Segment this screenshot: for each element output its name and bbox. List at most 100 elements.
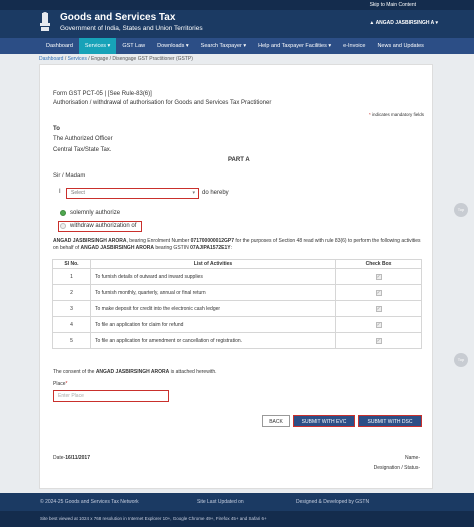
form-card: Form GST PCT-05 | [See Rule-83(6)] Autho… <box>39 64 433 489</box>
nav-einvoice[interactable]: e-Invoice <box>337 38 371 54</box>
nav-search-taxpayer[interactable]: Search Taxpayer ▾ <box>195 38 252 54</box>
table-header-row: Sl No. List of Activities Check Box <box>52 259 422 269</box>
date-label: Date- <box>53 455 66 461</box>
option-withdraw-label: withdraw authorization of <box>70 223 137 229</box>
place-label-text: Place <box>53 381 66 387</box>
place-input[interactable]: Enter Place <box>53 390 169 402</box>
table-row: 1 To furnish details of outward and inwa… <box>52 268 422 285</box>
row-activity: To file an application for claim for ref… <box>90 316 336 333</box>
consent-part-2: is attached herewith. <box>169 369 217 375</box>
option-authorize[interactable]: solemnly authorize <box>60 210 120 216</box>
scroll-top-label: Top <box>457 207 465 212</box>
place-label: Place* <box>53 381 68 387</box>
row-activity: To make deposit for credit into the elec… <box>90 300 336 317</box>
activity-checkbox[interactable]: ✓ <box>375 273 382 280</box>
gstin: 07AJIPA1572E1Y <box>190 245 231 251</box>
name-label: Name- <box>404 455 420 461</box>
row-sl: 3 <box>52 300 91 317</box>
nav-gst-law[interactable]: GST Law <box>116 38 151 54</box>
to-label: To <box>53 126 60 132</box>
activity-checkbox[interactable]: ✓ <box>375 305 382 312</box>
nav-help-label: Help and Taxpayer Facilities <box>258 43 327 49</box>
submit-dsc-button[interactable]: SUBMIT WITH DSC <box>358 415 422 427</box>
part-a-heading: PART A <box>228 157 250 163</box>
nav-services-label: Services <box>84 43 107 49</box>
row-checkbox-cell: ✓ <box>335 316 422 333</box>
breadcrumb-dashboard[interactable]: Dashboard <box>39 56 63 62</box>
activity-checkbox[interactable]: ✓ <box>375 289 382 296</box>
para-part-4: : <box>230 245 232 251</box>
option-authorize-label: solemnly authorize <box>70 210 121 216</box>
chevron-down-icon: ▾ <box>434 20 438 26</box>
row-sl: 4 <box>52 316 91 333</box>
footer-best-viewed: Site best viewed at 1024 x 768 resolutio… <box>40 516 267 521</box>
submit-evc-button[interactable]: SUBMIT WITH EVC <box>293 415 355 427</box>
option-withdraw[interactable]: withdraw authorization of <box>60 223 136 229</box>
authorization-select[interactable]: Select <box>66 188 199 199</box>
salutation: Sir / Madam <box>53 173 86 179</box>
i-label: I <box>59 189 61 195</box>
activity-checkbox[interactable]: ✓ <box>375 321 382 328</box>
row-activity: To furnish monthly, quarterly, annual or… <box>90 284 336 301</box>
radio-withdraw[interactable] <box>60 223 66 229</box>
footer-updated: Site Last Updated on <box>197 499 244 505</box>
hereby-text: do hereby <box>202 190 229 196</box>
breadcrumb-services[interactable]: Services <box>68 56 87 62</box>
scroll-top-button[interactable]: Top <box>454 203 468 217</box>
officer-text: The Authorized Officer <box>53 136 113 142</box>
nav-downloads[interactable]: Downloads ▾ <box>151 38 195 54</box>
row-checkbox-cell: ✓ <box>335 284 422 301</box>
consent-name: ANGAD JASBIRSINGH ARORA <box>95 369 170 375</box>
back-button[interactable]: BACK <box>262 415 290 427</box>
mandatory-note: * indicates mandatory fields <box>368 112 424 117</box>
footer-bottom: Site best viewed at 1024 x 768 resolutio… <box>0 511 474 527</box>
row-checkbox-cell: ✓ <box>335 300 422 317</box>
footer-copyright: © 2024-25 Goods and Services Tax Network <box>40 499 139 505</box>
nav-search-label: Search Taxpayer <box>200 43 242 49</box>
col-checkbox: Check Box <box>335 259 422 269</box>
breadcrumb: Dashboard / Services / Engage / Disengag… <box>39 56 193 62</box>
user-menu[interactable]: ▲ ANGAD JASBIRSINGH A ▾ <box>369 20 438 26</box>
para-part-3: bearing GSTIN <box>153 245 191 251</box>
nav-services[interactable]: Services ▾ <box>78 38 117 54</box>
emblem-icon <box>40 12 50 31</box>
radio-authorize[interactable] <box>60 210 66 216</box>
nav-help[interactable]: Help and Taxpayer Facilities ▾ <box>252 38 337 54</box>
taxpayer-name: ANGAD JASBIRSINGH ARORA <box>80 245 154 251</box>
activities-table: Sl No. List of Activities Check Box 1 To… <box>52 259 422 349</box>
table-row: 2 To furnish monthly, quarterly, annual … <box>52 284 422 301</box>
designation-label: Designation / Status- <box>373 465 420 471</box>
site-title: Goods and Services Tax <box>60 12 176 23</box>
row-checkbox-cell: ✓ <box>335 268 422 285</box>
practitioner-name: ANGAD JASBIRSINGH ARORA <box>53 238 127 244</box>
activity-checkbox[interactable]: ✓ <box>375 337 382 344</box>
skip-link[interactable]: Skip to Main Content <box>370 2 416 8</box>
table-row: 3 To make deposit for credit into the el… <box>52 300 422 317</box>
consent-text: The consent of the ANGAD JASBIRSINGH ARO… <box>53 369 217 375</box>
row-activity: To file an application for amendment or … <box>90 332 336 349</box>
row-activity: To furnish details of outward and inward… <box>90 268 336 285</box>
nav-dashboard[interactable]: Dashboard <box>40 38 79 54</box>
office-text: Central Tax/State Tax. <box>53 147 112 153</box>
site-subtitle: Government of India, States and Union Te… <box>60 25 203 32</box>
enrolment-number: 071700000012GP7 <box>190 238 235 244</box>
main-nav: Dashboard Services ▾ GST Law Downloads ▾… <box>0 38 474 54</box>
nav-news[interactable]: News and Updates <box>371 38 429 54</box>
consent-part-1: The consent of the <box>53 369 96 375</box>
footer-designed: Designed & Developed by GSTN <box>296 499 370 505</box>
scroll-top-button-2[interactable]: Top <box>454 353 468 367</box>
table-row: 5 To file an application for amendment o… <box>52 332 422 349</box>
date-row: Date-16/11/2017 <box>53 455 90 461</box>
row-checkbox-cell: ✓ <box>335 332 422 349</box>
footer: © 2024-25 Goods and Services Tax Network… <box>0 493 474 511</box>
user-name: ANGAD JASBIRSINGH A <box>375 20 435 26</box>
col-activities: List of Activities <box>90 259 336 269</box>
breadcrumb-current: Engage / Disengage GST Practitioner (GST… <box>91 56 193 62</box>
authorization-paragraph: ANGAD JASBIRSINGH ARORA, bearing Enrolme… <box>53 238 425 252</box>
row-sl: 2 <box>52 284 91 301</box>
col-sl: Sl No. <box>52 259 91 269</box>
form-subtitle: Authorisation / withdrawal of authorisat… <box>53 100 272 106</box>
table-row: 4 To file an application for claim for r… <box>52 316 422 333</box>
date-value: 16/11/2017 <box>65 455 90 461</box>
site-header: Skip to Main Content Goods and Services … <box>0 0 474 38</box>
